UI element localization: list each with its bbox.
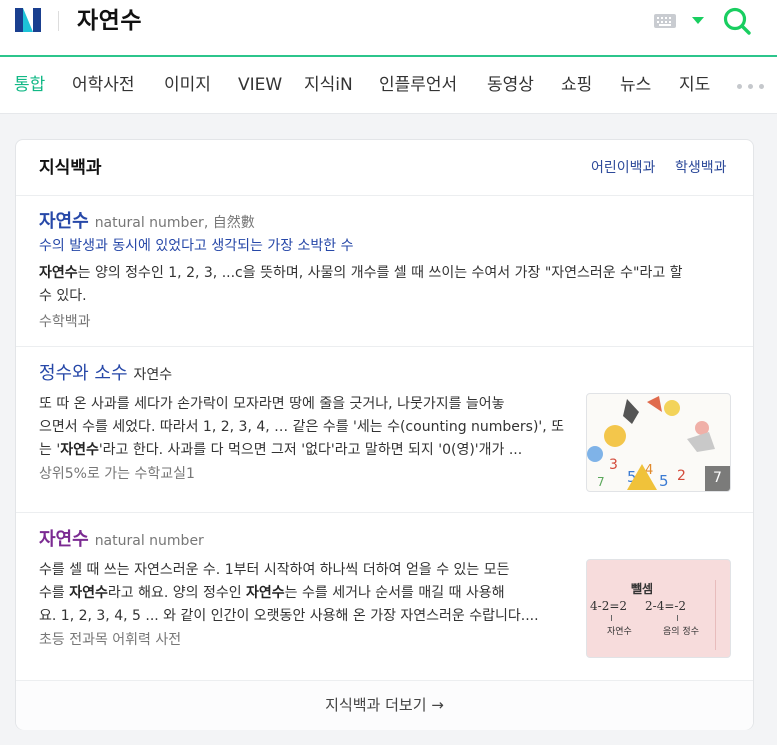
dropdown-caret-icon[interactable] <box>692 17 704 24</box>
encyclopedia-card: 지식백과 어린이백과 학생백과 자연수 natural number, 自然數 수… <box>15 139 754 730</box>
tab-integrated[interactable]: 통합 <box>14 74 45 96</box>
tab-kin[interactable]: 지식iN <box>304 74 353 96</box>
see-more-link[interactable]: 지식백과 더보기 → <box>16 695 753 715</box>
entry-3-source[interactable]: 초등 전과목 어휘력 사전 <box>39 630 181 650</box>
tab-influencer[interactable]: 인플루언서 <box>379 74 457 96</box>
entry-1-title[interactable]: 자연수 natural number, 自然數 <box>39 210 255 235</box>
divider <box>16 512 753 513</box>
svg-text:5: 5 <box>659 472 669 490</box>
search-icon[interactable] <box>722 6 752 36</box>
see-more-row[interactable]: 지식백과 더보기 → <box>16 680 753 730</box>
divider <box>16 346 753 347</box>
search-tabs: 통합 어학사전 이미지 VIEW 지식iN 인플루언서 동영상 쇼핑 뉴스 지도 <box>0 57 777 114</box>
tab-video[interactable]: 동영상 <box>487 74 534 96</box>
entry-3-title[interactable]: 자연수 natural number <box>39 528 204 553</box>
entry-1-body: 자연수는 양의 정수인 1, 2, 3, ...с을 뜻하며, 사물의 개수를 … <box>39 265 683 304</box>
svg-text:7: 7 <box>597 475 605 489</box>
student-encyclopedia-link[interactable]: 학생백과 <box>675 158 727 178</box>
entry-2-source[interactable]: 상위5%로 가는 수학교실1 <box>39 464 195 484</box>
entry-3-thumbnail[interactable]: 뺄셈 4-2=2 2-4=-2 자연수 음의 정수 <box>586 559 731 658</box>
tab-view[interactable]: VIEW <box>238 74 282 96</box>
kids-encyclopedia-link[interactable]: 어린이백과 <box>591 158 655 178</box>
entry-3-body: 수를 셀 때 쓰는 자연스러운 수. 1부터 시작하여 하나씩 더하여 얻을 수… <box>39 562 539 624</box>
svg-text:3: 3 <box>609 457 618 473</box>
tab-shopping[interactable]: 쇼핑 <box>561 74 592 96</box>
entry-1-subtitle[interactable]: 수의 발생과 동시에 있었다고 생각되는 가장 소박한 수 <box>39 236 354 256</box>
subtraction-illustration-image: 뺄셈 4-2=2 2-4=-2 자연수 음의 정수 <box>587 560 730 657</box>
entry-2-thumbnail[interactable]: 3 5 4 5 2 7 7 <box>586 393 731 492</box>
entry-2-body: 또 따 온 사과를 세다가 손가락이 모자라면 땅에 줄을 긋거나, 나뭇가지를… <box>39 396 565 458</box>
entry-2-title[interactable]: 정수와 소수 자연수 <box>39 362 172 387</box>
naver-logo-icon[interactable] <box>15 8 41 32</box>
tab-images[interactable]: 이미지 <box>164 74 211 96</box>
search-query[interactable]: 자연수 <box>77 5 142 37</box>
entry-1-source[interactable]: 수학백과 <box>39 312 91 332</box>
svg-text:2: 2 <box>677 468 686 484</box>
keyboard-icon[interactable] <box>654 14 676 28</box>
header-divider <box>58 11 59 31</box>
divider <box>16 195 753 196</box>
tab-map[interactable]: 지도 <box>679 74 710 96</box>
image-count-badge: 7 <box>705 466 730 491</box>
tab-news[interactable]: 뉴스 <box>620 74 651 96</box>
tab-dictionary[interactable]: 어학사전 <box>72 74 135 96</box>
search-header: 자연수 <box>0 0 777 57</box>
card-title: 지식백과 <box>39 158 102 178</box>
more-tabs-icon[interactable] <box>737 84 765 90</box>
